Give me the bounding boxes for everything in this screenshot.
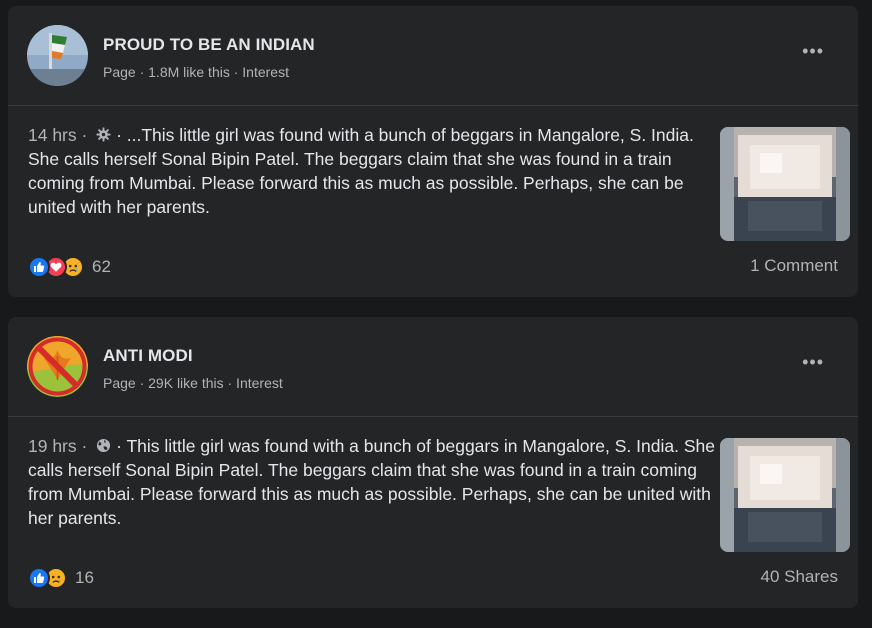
page-name[interactable]: PROUD TO BE AN INDIAN <box>103 35 315 55</box>
reactions-summary[interactable]: 62 <box>28 255 111 279</box>
page-avatar[interactable] <box>27 336 88 397</box>
post-footer: 16 40 Shares <box>28 564 838 590</box>
comments-count-link[interactable]: 1 Comment <box>750 256 838 276</box>
post-header: PROUD TO BE AN INDIAN Page · 1.8M like t… <box>8 6 858 106</box>
post-header: ANTI MODI Page · 29K like this · Interes… <box>8 317 858 417</box>
page-meta: Page · 29K like this · Interest <box>103 375 283 391</box>
post-card: PROUD TO BE AN INDIAN Page · 1.8M like t… <box>8 6 858 297</box>
page-avatar[interactable] <box>27 25 88 86</box>
post-footer: 62 1 Comment <box>28 253 838 279</box>
post-timestamp[interactable]: 14 hrs · <box>28 125 87 145</box>
blurred-photo[interactable] <box>720 438 850 552</box>
like-icon <box>28 256 50 278</box>
post-timestamp[interactable]: 19 hrs · <box>28 436 87 456</box>
more-options-button[interactable]: ••• <box>802 353 824 371</box>
post-text: 19 hrs · · This little girl was found wi… <box>28 434 718 530</box>
more-options-button[interactable]: ••• <box>802 42 824 60</box>
post-body: · This little girl was found with a bunc… <box>28 436 715 528</box>
gear-icon <box>96 127 111 142</box>
post-card: ANTI MODI Page · 29K like this · Interes… <box>8 317 858 608</box>
blurred-photo[interactable] <box>720 127 850 241</box>
reaction-count: 62 <box>92 257 111 276</box>
globe-icon <box>97 438 111 453</box>
like-icon <box>28 567 50 589</box>
post-body: · ...This little girl was found with a b… <box>28 125 694 217</box>
page-meta: Page · 1.8M like this · Interest <box>103 64 289 80</box>
page-name[interactable]: ANTI MODI <box>103 346 193 366</box>
reaction-count: 16 <box>75 568 94 587</box>
reactions-summary[interactable]: 16 <box>28 566 94 590</box>
shares-count-link[interactable]: 40 Shares <box>761 567 839 587</box>
post-text: 14 hrs · · ...This little girl was found… <box>28 123 718 219</box>
